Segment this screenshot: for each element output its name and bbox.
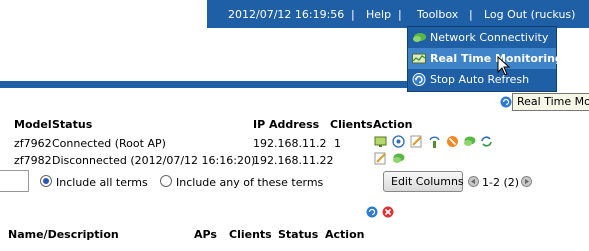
cell-ip: 192.168.11.22: [253, 154, 334, 167]
cell-model: zf7962: [14, 137, 52, 150]
column-header-model[interactable]: Model: [14, 118, 52, 131]
column-header-clients[interactable]: Clients: [229, 228, 272, 241]
signal-icon[interactable]: [428, 135, 441, 148]
column-header-aps[interactable]: APs: [194, 228, 217, 241]
search-input[interactable]: [0, 170, 29, 192]
tooltip: Real Time Mo: [512, 93, 589, 111]
menu-item-label: Network Connectivity: [430, 31, 549, 44]
radio-label-include-all: Include all terms: [56, 176, 148, 189]
separator: |: [351, 8, 355, 21]
close-icon[interactable]: [382, 206, 394, 218]
cell-model: zf7982: [14, 154, 52, 167]
cell-clients: 1: [334, 137, 341, 150]
column-header-status[interactable]: Status: [278, 228, 318, 241]
edit-icon[interactable]: [374, 152, 387, 165]
cell-status: Disconnected (2012/07/12 16:16:20): [52, 154, 256, 167]
refresh-icon[interactable]: [500, 96, 512, 108]
cell-status: Connected (Root AP): [52, 137, 166, 150]
sync-icon[interactable]: [480, 135, 493, 148]
datetime-label: 2012/07/12 16:19:56: [228, 8, 345, 21]
target-icon[interactable]: [392, 135, 405, 148]
edit-icon[interactable]: [410, 135, 423, 148]
column-header-ip-address[interactable]: IP Address: [253, 118, 319, 131]
edit-columns-label: Edit Columns: [391, 175, 464, 188]
table-row: [0, 246, 400, 251]
column-header-action: Action: [325, 228, 365, 241]
help-link[interactable]: Help: [366, 8, 391, 21]
column-header-action: Action: [373, 118, 413, 131]
top-navigation-bar: 2012/07/12 16:19:56 | Help | Toolbox | L…: [207, 0, 589, 28]
network-icon: [413, 33, 426, 42]
edit-columns-button[interactable]: Edit Columns: [383, 171, 464, 192]
refresh-icon[interactable]: [366, 206, 378, 218]
refresh-icon: [412, 73, 426, 86]
radio-label-include-any: Include any of these terms: [176, 176, 324, 189]
page-prev-icon[interactable]: [468, 176, 479, 187]
radio-include-all[interactable]: [40, 175, 52, 187]
speech-icon[interactable]: [392, 152, 405, 165]
logout-link[interactable]: Log Out (ruckus): [484, 8, 575, 21]
column-header-status[interactable]: Status: [52, 118, 92, 131]
speech-icon[interactable]: [463, 135, 476, 148]
monitor-icon[interactable]: [374, 135, 387, 148]
toolbox-link[interactable]: Toolbox: [417, 8, 458, 21]
restart-icon[interactable]: [446, 135, 459, 148]
mouse-cursor-icon: [497, 56, 511, 76]
column-header-name-description[interactable]: Name/Description: [8, 228, 119, 241]
pagination-label: 1-2 (2): [482, 176, 520, 189]
section-header-band: [0, 81, 407, 88]
radio-include-any[interactable]: [160, 175, 172, 187]
tooltip-text: Real Time Mo: [517, 95, 589, 108]
toolbox-dropdown-menu: Network Connectivity Real Time Monitorin…: [407, 26, 563, 92]
menu-item-stop-auto-refresh[interactable]: Stop Auto Refresh: [408, 69, 556, 90]
menu-item-network-connectivity[interactable]: Network Connectivity: [408, 27, 556, 48]
separator: |: [398, 8, 402, 21]
menu-item-real-time-monitoring[interactable]: Real Time Monitoring: [408, 48, 563, 69]
separator: |: [469, 8, 473, 21]
monitor-icon: [412, 53, 426, 64]
page-next-icon[interactable]: [521, 176, 532, 187]
column-header-clients[interactable]: Clients: [330, 118, 373, 131]
cell-ip: 192.168.11.2: [253, 137, 327, 150]
menu-item-label: Stop Auto Refresh: [430, 73, 530, 86]
